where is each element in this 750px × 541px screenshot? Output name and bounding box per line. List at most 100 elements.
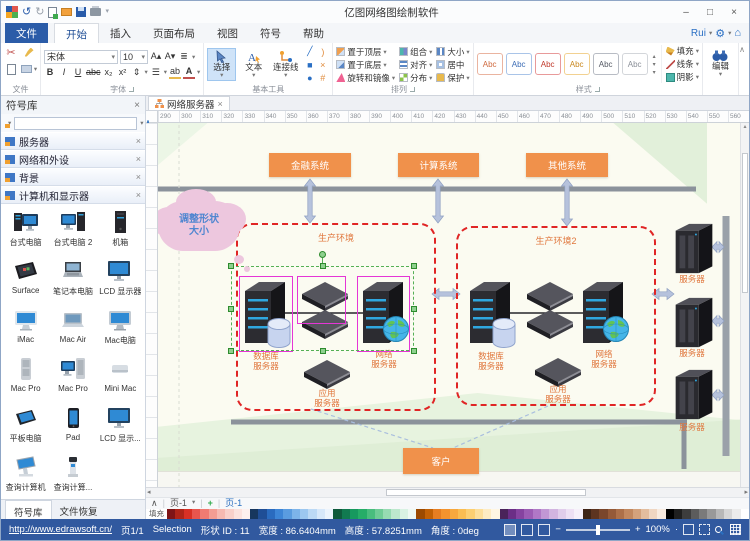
symbol-item[interactable]: LCD 显示... [97,402,144,451]
double-arrow-connector[interactable] [431,178,445,224]
shadow-button[interactable]: 阴影 ▾ [665,71,699,83]
section-close-icon[interactable]: × [136,154,141,164]
color-swatch[interactable] [549,509,558,519]
color-swatch[interactable] [333,509,342,519]
select-tool-button[interactable]: 选择 ▾ [207,47,237,82]
color-swatch[interactable] [216,509,226,519]
color-swatch[interactable] [474,509,483,519]
paste-dropdown-icon[interactable]: ▾ [34,65,37,73]
symbol-item[interactable]: Mac Air [49,304,96,353]
edrawsoft-link[interactable]: http://www.edrawsoft.cn/ [9,524,112,535]
zoom-level[interactable]: 100% [646,524,670,535]
style-preset-button[interactable]: Abc [563,53,590,75]
align-dropdown-icon[interactable]: ▾ [192,53,195,61]
style-preset-button[interactable]: Abc [505,53,532,75]
color-swatch[interactable] [482,509,492,519]
symbol-item[interactable]: 笔记本电脑 [49,255,96,304]
fit-width-icon[interactable] [699,524,710,535]
symbol-item[interactable]: 台式电脑 2 [49,206,96,255]
color-swatch[interactable] [574,509,583,519]
tab-view[interactable]: 视图 [206,23,249,43]
rotation-handle[interactable] [318,251,326,258]
symbol-item[interactable]: Pad [49,402,96,451]
zoom-area-icon[interactable] [715,526,722,533]
fit-page-icon[interactable] [683,524,694,535]
zoom-in-icon[interactable]: + [635,524,641,535]
color-swatch[interactable] [399,509,409,519]
color-swatch[interactable] [466,509,475,519]
color-swatch[interactable] [599,509,608,519]
list-button[interactable]: ☰ [150,66,162,79]
shape-financial-system[interactable]: 金融系统 [269,153,351,177]
style-preset-button[interactable]: Abc [592,53,619,75]
symbol-item[interactable]: 平板电脑 [2,402,49,451]
symbol-item[interactable]: Mac Pro [49,353,96,402]
home-icon[interactable]: ⌂ [734,27,741,39]
rack-server-shape[interactable] [672,295,716,351]
symbol-item[interactable]: 查询计算机 [2,451,49,499]
color-swatch[interactable] [324,509,334,519]
color-swatch[interactable] [632,509,641,519]
color-swatch[interactable] [250,509,259,519]
color-swatch[interactable] [167,509,176,519]
shape-client[interactable]: 客户 [403,448,479,474]
resize-handle[interactable] [228,348,234,354]
subscript-button[interactable]: x₂ [103,66,115,79]
protect-button[interactable]: 保护 ▾ [436,71,470,84]
size-button[interactable]: 大小 ▾ [436,45,470,58]
symbol-item[interactable]: 台式电脑 [2,206,49,255]
minimize-button[interactable]: – [674,4,698,21]
collapse-ribbon-icon[interactable]: ∧ [739,45,745,54]
section-close-icon[interactable]: × [136,190,141,200]
collapse-pages-icon[interactable]: ∧ [151,499,158,508]
color-swatch[interactable] [366,509,375,519]
settings-gear-icon[interactable]: ⚙ [715,27,725,40]
underline-button[interactable]: U [72,66,84,79]
resize-handle[interactable] [319,348,326,354]
account-name[interactable]: Rui [691,28,706,39]
center-button[interactable]: 居中 [436,58,469,71]
color-swatch[interactable] [374,509,384,519]
color-swatch[interactable] [541,509,550,519]
rack-server-shape[interactable] [672,367,716,423]
page-tab-1[interactable]: 页-1 [225,499,242,508]
grid-view-icon[interactable] [730,524,741,535]
double-arrow-connector[interactable] [560,178,574,227]
copy-icon[interactable] [6,63,16,75]
color-swatch[interactable] [566,509,575,519]
import-icon[interactable] [48,6,59,19]
color-swatch[interactable] [649,509,658,519]
color-swatch[interactable] [258,509,267,519]
undo-icon[interactable]: ↺ [22,6,31,18]
font-color-dropdown-icon[interactable]: ▾ [197,68,200,76]
list-dropdown-icon[interactable]: ▾ [164,68,167,76]
symbol-item[interactable]: Surface [2,255,49,304]
color-swatch[interactable] [175,509,184,519]
zoom-out-icon[interactable]: − [555,524,561,535]
color-swatch[interactable] [316,509,325,519]
horizontal-scroll-thumb[interactable] [386,489,586,496]
selection-rectangle[interactable] [228,251,417,354]
page-nav-label[interactable]: 页-1 [170,499,187,508]
zoom-slider[interactable] [565,524,630,535]
color-swatch[interactable] [491,509,500,519]
symbol-library-close-icon[interactable]: × [134,100,140,111]
save-icon[interactable] [76,7,87,17]
color-swatch[interactable] [657,509,666,519]
connector-tool-button[interactable]: 连接线 ▾ [271,48,300,81]
color-swatch[interactable] [300,509,309,519]
resize-handle[interactable] [411,305,417,312]
strikethrough-button[interactable]: abc [86,66,101,79]
color-swatch[interactable] [349,509,359,519]
color-swatch[interactable] [507,509,517,519]
vertical-scroll-thumb[interactable] [742,153,748,293]
color-swatch[interactable] [690,509,699,519]
view-normal-icon[interactable] [504,523,517,536]
color-swatch[interactable] [391,509,400,519]
group-button[interactable]: 组合 ▾ [399,45,432,58]
send-to-back-button[interactable]: 置于底层 ▾ [336,58,395,71]
tab-insert[interactable]: 插入 [99,23,142,43]
symbol-item[interactable]: Mini Mac [97,353,144,402]
tab-symbols[interactable]: 符号 [249,23,292,43]
crop-tool-icon[interactable]: # [320,73,325,83]
